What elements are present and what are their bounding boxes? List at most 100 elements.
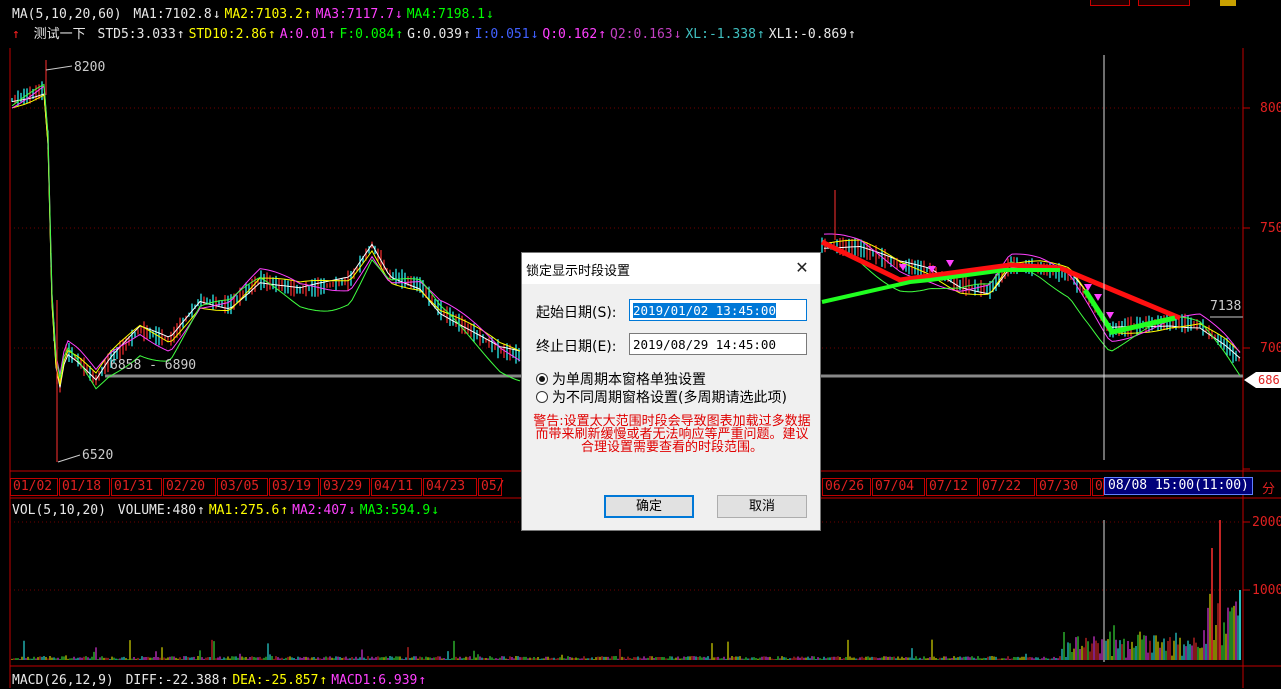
top_ma-value: MA2:7103.2 bbox=[224, 7, 303, 22]
signal-marker bbox=[1094, 294, 1102, 301]
vol-indicator-row: VOL(5,10,20) VOLUME:480↑ MA1:275.6↑ MA2:40… bbox=[12, 503, 447, 519]
radio-single-label: 为单周期本窗格单独设置 bbox=[552, 372, 706, 388]
vol-value: MA2:407 bbox=[292, 503, 347, 518]
arrow-up-icon: ↑ bbox=[462, 27, 471, 42]
end-date-input[interactable]: 2019/08/29 14:45:00 bbox=[629, 333, 807, 355]
date-tick-label: 07/04 bbox=[872, 478, 925, 496]
arrow-up-icon: ↑ bbox=[303, 7, 312, 22]
vol-value: VOLUME:480 bbox=[117, 503, 197, 518]
arrow-up-icon: ↑ bbox=[197, 503, 205, 518]
arrow-up-icon: ↑ bbox=[176, 27, 185, 42]
cursor-date-readout: 08/08 15:00(11:00) bbox=[1104, 477, 1253, 495]
signal-marker bbox=[928, 266, 936, 273]
arrow-up-icon: ↑ bbox=[848, 27, 856, 42]
arrow-up-icon: ↑ bbox=[267, 27, 276, 42]
arrow-up-icon: ↑ bbox=[756, 27, 765, 42]
macd-indicator-row: MACD(26,12,9) DIFF:-22.388↑ DEA:-25.857↑ M… bbox=[12, 673, 434, 689]
price-axis-label: 700 bbox=[1260, 341, 1281, 356]
date-tick-label: 03/05 bbox=[217, 478, 268, 496]
arrow-up-icon: ↑ bbox=[598, 27, 607, 42]
ma-indicator-row: MA(5,10,20,60) MA1:7102.8↓ MA2:7103.2↑ MA3… bbox=[12, 7, 502, 23]
high-annotation: 8200 bbox=[74, 60, 105, 75]
bulb-icon[interactable] bbox=[1220, 0, 1236, 6]
vol-value: MA1:275.6 bbox=[208, 503, 280, 518]
ma-label: MA(5,10,20,60) bbox=[12, 7, 122, 22]
date-tick-label: 06/26 bbox=[822, 478, 871, 496]
start-date-value: 2019/01/02 13:45:00 bbox=[633, 303, 776, 318]
arrow-up-icon: ↑ bbox=[327, 27, 336, 42]
radio-multi-label: 为不同周期窗格设置(多周期请选此项) bbox=[552, 390, 787, 406]
ok-button[interactable]: 确定 bbox=[604, 495, 694, 518]
macd-value: DEA:-25.857 bbox=[232, 673, 319, 688]
warning-text: 警告:设置太大范围时段会导致图表加载过多数据而带来刷新缓慢或者无法响应等严重问题… bbox=[533, 414, 811, 455]
red-up-arrow-icon: ↑ bbox=[12, 27, 20, 42]
start-date-input[interactable]: 2019/01/02 13:45:00 bbox=[629, 299, 807, 321]
date-tick-label: 01/18 bbox=[59, 478, 110, 496]
indicator-value: Q2:0.163 bbox=[610, 27, 673, 42]
date-tick-label: 02/20 bbox=[163, 478, 216, 496]
indicator-value: I:0.051 bbox=[474, 27, 530, 42]
macd-value: MACD1:6.939 bbox=[331, 673, 418, 688]
low-pointer bbox=[57, 454, 81, 463]
range-annotation: 6858 - 6890 bbox=[110, 358, 196, 373]
date-tick-label: 01/02 bbox=[10, 478, 58, 496]
date-tick-label: 0 bbox=[1092, 478, 1104, 496]
indicator-value: Q:0.162 bbox=[542, 27, 598, 42]
radio-checked-icon[interactable] bbox=[536, 373, 548, 385]
arrow-up-icon: ↑ bbox=[319, 673, 328, 688]
arrow-down-icon: ↓ bbox=[431, 503, 440, 518]
indicator-value: XL:-1.338 bbox=[685, 27, 756, 42]
vol-axis-label: 2000 bbox=[1252, 515, 1281, 530]
date-tick-label: 05/ bbox=[478, 478, 504, 496]
end-date-value: 2019/08/29 14:45:00 bbox=[633, 337, 776, 352]
top-tab-button[interactable] bbox=[1090, 0, 1130, 6]
dialog-titlebar[interactable]: 锁定显示时段设置 ✕ bbox=[522, 253, 820, 284]
arrow-up-icon: ↑ bbox=[280, 503, 289, 518]
price-axis-label: 750 bbox=[1260, 221, 1281, 236]
radio-unchecked-icon[interactable] bbox=[536, 391, 548, 403]
arrow-down-icon: ↓ bbox=[530, 27, 539, 42]
date-tick-label: 07/12 bbox=[926, 478, 978, 496]
close-icon[interactable]: ✕ bbox=[790, 257, 814, 279]
arrow-down-icon: ↓ bbox=[394, 7, 403, 22]
indicator-value: G:0.039 bbox=[407, 27, 462, 42]
arrow-down-icon: ↓ bbox=[673, 27, 682, 42]
indicator-value: STD5:3.033 bbox=[97, 27, 176, 42]
indicator-value: XL1:-0.869 bbox=[768, 27, 848, 42]
indicator-value: F:0.084 bbox=[339, 27, 395, 42]
macd-label: MACD(26,12,9) bbox=[12, 673, 114, 688]
date-tick-label: 01/31 bbox=[111, 478, 162, 496]
top_ma-value: MA4:7198.1 bbox=[406, 7, 486, 22]
indicator-value: A:0.01 bbox=[279, 27, 327, 42]
dialog-title: 锁定显示时段设置 bbox=[526, 264, 631, 279]
signal-marker bbox=[946, 260, 954, 267]
date-tick-label: 07/30 bbox=[1036, 478, 1091, 496]
top_ma-value: MA3:7117.7 bbox=[315, 7, 394, 22]
high-pointer bbox=[45, 65, 73, 71]
indicator-value: STD10:2.86 bbox=[188, 27, 267, 42]
low-annotation: 6520 bbox=[82, 448, 113, 463]
right-marker-annotation: 7138 bbox=[1210, 299, 1241, 314]
radio-single-period[interactable]: 为单周期本窗格单独设置 bbox=[536, 369, 706, 389]
cancel-button[interactable]: 取消 bbox=[717, 495, 807, 518]
arrow-up-icon: ↑ bbox=[395, 27, 404, 42]
lock-period-dialog: 锁定显示时段设置 ✕ 起始日期(S): 2019/01/02 13:45:00 … bbox=[521, 252, 821, 531]
vol-label: VOL(5,10,20) bbox=[12, 503, 106, 518]
cursor-unit: 分 bbox=[1262, 482, 1276, 497]
arrow-down-icon: ↓ bbox=[347, 503, 356, 518]
arrow-down-icon: ↓ bbox=[212, 7, 221, 22]
top_ma-value: MA1:7102.8 bbox=[133, 7, 212, 22]
date-tick-label: 03/29 bbox=[320, 478, 370, 496]
price-axis-label: 800 bbox=[1260, 101, 1281, 116]
date-tick-label: 04/11 bbox=[371, 478, 422, 496]
end-date-label: 终止日期(E): bbox=[536, 339, 617, 355]
signal-marker bbox=[1106, 312, 1114, 319]
date-tick-label: 03/19 bbox=[269, 478, 319, 496]
arrow-up-icon: ↑ bbox=[220, 673, 229, 688]
start-date-label: 起始日期(S): bbox=[536, 305, 617, 321]
vol-axis-label: 1000 bbox=[1252, 583, 1281, 598]
top-tab-button[interactable] bbox=[1138, 0, 1190, 6]
radio-multi-period[interactable]: 为不同周期窗格设置(多周期请选此项) bbox=[536, 387, 787, 407]
arrow-up-icon: ↑ bbox=[418, 673, 427, 688]
arrow-down-icon: ↓ bbox=[486, 7, 494, 22]
